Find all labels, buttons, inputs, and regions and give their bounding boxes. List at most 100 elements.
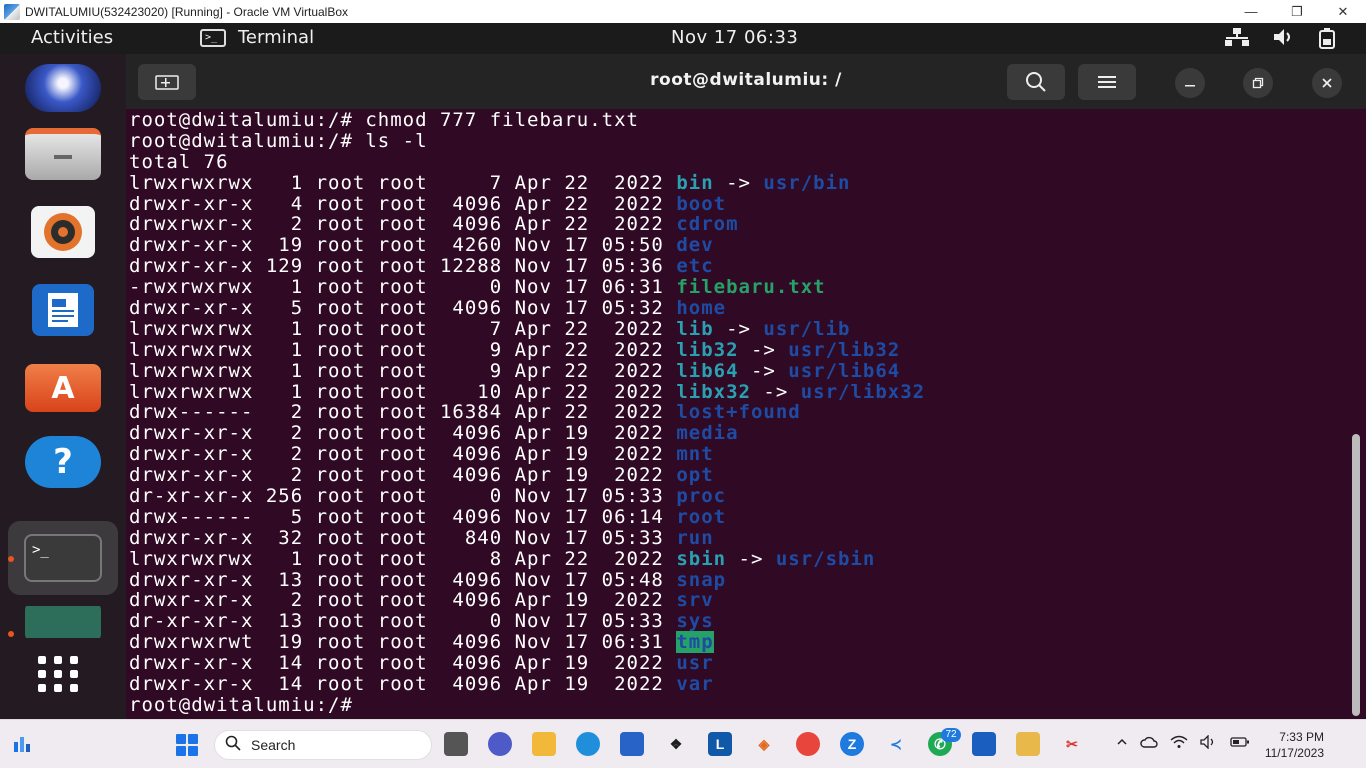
vbox-close-button[interactable]: ✕ — [1320, 0, 1366, 23]
terminal-line: total 76 — [129, 151, 1344, 173]
terminal-text: root@dwitalumiu:/# chmod 777 filebaru.tx… — [129, 109, 639, 131]
terminal-minimize-button[interactable] — [1175, 68, 1205, 98]
terminal-text: lrwxrwxrwx 1 root root 8 Apr 22 2022 — [129, 547, 677, 570]
battery-icon[interactable] — [1318, 27, 1336, 54]
terminal-text: -> — [750, 380, 801, 403]
app-l-icon[interactable]: L — [708, 732, 732, 756]
terminal-text: drwxr-xr-x 2 root root 4096 Apr 19 2022 — [129, 464, 677, 487]
vscode-icon[interactable]: ≺ — [884, 732, 908, 756]
terminal-text: drwxr-xr-x 5 root root 4096 Nov 17 05:32 — [129, 297, 677, 320]
dock-terminal-icon[interactable]: >_ — [24, 530, 102, 586]
speaker-icon[interactable] — [1200, 734, 1218, 752]
paint-tool-icon[interactable] — [1016, 732, 1040, 756]
taskbar-tray[interactable] — [1116, 734, 1250, 752]
microsoft-store-icon[interactable] — [620, 732, 644, 756]
app-menu-terminal[interactable]: >_ Terminal — [200, 27, 314, 48]
brave-icon[interactable]: ◈ — [752, 732, 776, 756]
terminal-line: -rwxrwxrwx 1 root root 0 Nov 17 06:31 fi… — [129, 277, 1344, 298]
chevron-up-icon[interactable] — [1116, 735, 1128, 752]
dock-files-icon[interactable] — [24, 126, 102, 182]
terminal-line: root@dwitalumiu:/# — [129, 693, 1344, 716]
dock-software-center-icon[interactable]: A — [24, 360, 102, 416]
terminal-filename: usr/bin — [763, 171, 851, 194]
terminal-line: root@dwitalumiu:/# chmod 777 filebaru.tx… — [129, 110, 1344, 131]
terminal-line: drwxr-xr-x 2 root root 4096 Apr 19 2022 … — [129, 444, 1344, 465]
terminal-search-button[interactable] — [1007, 64, 1065, 100]
terminal-text: lrwxrwxrwx 1 root root 10 Apr 22 2022 — [129, 380, 677, 403]
terminal-filename: bin — [676, 171, 714, 194]
terminal-filename: dev — [676, 234, 714, 257]
vbox-restore-button[interactable]: ❐ — [1274, 0, 1320, 23]
terminal-filename: proc — [676, 485, 727, 508]
terminal-text: drwxr-xr-x 2 root root 4096 Apr 19 2022 — [129, 422, 677, 445]
terminal-text: dr-xr-xr-x 13 root root 0 Nov 17 05:33 — [129, 610, 677, 633]
terminal-filename: sbin — [676, 547, 727, 570]
edge-browser-icon[interactable] — [576, 732, 600, 756]
terminal-line: root@dwitalumiu:/# ls -l — [129, 130, 1344, 152]
terminal-text: drwx------ 2 root root 16384 Apr 22 2022 — [129, 401, 677, 424]
widgets-icon[interactable] — [12, 734, 32, 754]
terminal-text: root@dwitalumiu:/# — [129, 693, 366, 716]
terminal-output[interactable]: root@dwitalumiu:/# chmod 777 filebaru.tx… — [129, 110, 1344, 716]
taskbar-clock[interactable]: 7:33 PM 11/17/2023 — [1265, 729, 1324, 761]
terminal-menu-button[interactable] — [1078, 64, 1136, 100]
network-wired-icon[interactable] — [1224, 27, 1250, 54]
dock-screenshot-app-icon[interactable] — [24, 606, 102, 638]
start-button[interactable] — [176, 734, 198, 756]
task-view-icon[interactable] — [444, 732, 468, 756]
terminal-close-button[interactable] — [1312, 68, 1342, 98]
terminal-text: dr-xr-xr-x 256 root root 0 Nov 17 05:33 — [129, 485, 677, 508]
terminal-filename: cdrom — [676, 213, 739, 236]
snipping-tool-icon[interactable]: ✂ — [1060, 732, 1084, 756]
terminal-filename: lib32 — [676, 338, 739, 361]
terminal-text: lrwxrwxrwx 1 root root 9 Apr 22 2022 — [129, 338, 677, 361]
taskbar-search-box[interactable]: Search — [214, 730, 432, 760]
terminal-line: drwxr-xr-x 32 root root 840 Nov 17 05:33… — [129, 526, 1344, 549]
dock-thunderbird-icon[interactable] — [24, 60, 102, 116]
onedrive-cloud-icon[interactable] — [1140, 735, 1158, 752]
system-tray[interactable] — [1224, 27, 1336, 54]
activities-button[interactable]: Activities — [31, 27, 113, 48]
volume-icon[interactable] — [1272, 27, 1296, 54]
terminal-text: -> — [713, 171, 764, 194]
terminal-maximize-button[interactable] — [1243, 68, 1273, 98]
terminal-text: drwxr-xr-x 32 root root 840 Nov 17 05:33 — [129, 526, 677, 549]
battery-status-icon[interactable] — [1230, 735, 1250, 752]
terminal-line: drwxr-xr-x 2 root root 4096 Apr 19 2022 … — [129, 423, 1344, 444]
terminal-text: -> — [726, 547, 776, 570]
dropbox-icon[interactable]: ❖ — [664, 732, 688, 756]
terminal-text: -> — [738, 359, 789, 382]
zoom-icon[interactable]: Z — [840, 732, 864, 756]
terminal-line: drwxrwxrwt 19 root root 4096 Nov 17 06:3… — [129, 631, 1344, 654]
terminal-filename: var — [676, 673, 714, 696]
terminal-line: lrwxrwxrwx 1 root root 7 Apr 22 2022 lib… — [129, 318, 1344, 340]
show-apps-grid-icon[interactable] — [24, 646, 102, 702]
terminal-line: drwxr-xr-x 2 root root 4096 Apr 19 2022 … — [129, 465, 1344, 486]
virtualbox-logo-icon — [4, 3, 20, 20]
whatsapp-notification-badge: 72 — [941, 728, 961, 742]
terminal-filename: tmp — [676, 631, 714, 654]
teams-chat-icon[interactable] — [488, 732, 512, 756]
terminal-window: root@dwitalumiu: / root@dwitalumiu:/# ch… — [126, 54, 1366, 719]
terminal-filename: lib64 — [676, 359, 739, 382]
terminal-text: drwxr-xr-x 14 root root 4096 Apr 19 2022 — [129, 652, 677, 675]
terminal-filename: root — [676, 505, 727, 528]
dock-rhythmbox-icon[interactable] — [24, 204, 102, 260]
vbox-minimize-button[interactable]: — — [1228, 0, 1274, 23]
file-explorer-icon[interactable] — [532, 732, 556, 756]
top-bar-clock[interactable]: Nov 17 06:33 — [671, 27, 798, 48]
terminal-scrollbar[interactable] — [1352, 434, 1360, 716]
terminal-filename: etc — [676, 255, 714, 278]
wifi-icon[interactable] — [1170, 735, 1188, 752]
terminal-filename: usr — [676, 652, 714, 675]
dock-help-icon[interactable]: ? — [24, 434, 102, 490]
terminal-text: lrwxrwxrwx 1 root root 7 Apr 22 2022 — [129, 171, 677, 194]
terminal-text: drwxr-xr-x 129 root root 12288 Nov 17 05… — [129, 255, 677, 278]
virtualbox-taskbar-icon[interactable] — [972, 732, 996, 756]
app-menu-label: Terminal — [238, 27, 315, 48]
dock-libreoffice-writer-icon[interactable] — [24, 282, 102, 338]
terminal-filename: usr/libx32 — [800, 380, 926, 403]
terminal-text: drwxr-xr-x 19 root root 4260 Nov 17 05:5… — [129, 234, 677, 257]
chrome-icon[interactable] — [796, 732, 820, 756]
terminal-line: drwxr-xr-x 14 root root 4096 Apr 19 2022… — [129, 653, 1344, 674]
